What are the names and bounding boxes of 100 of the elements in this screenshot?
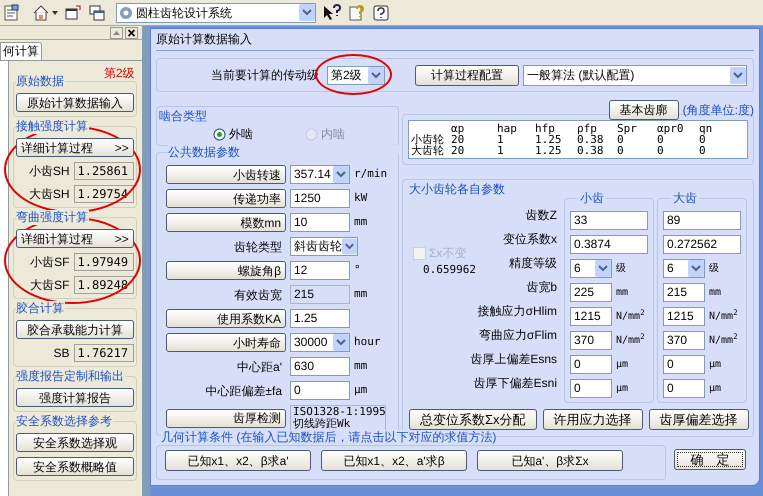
input-field[interactable]: 225 [570, 283, 612, 302]
action-button[interactable]: 安全系数概略值 [16, 457, 134, 476]
input-field[interactable]: 0.272562 [663, 235, 741, 254]
document-icon[interactable] [2, 4, 20, 22]
row-header: 小齿轮 [411, 134, 445, 145]
value-readout: 1.97949 [74, 253, 134, 271]
input-field[interactable]: 0 [290, 381, 350, 400]
group-title: 弯曲强度计算 [16, 210, 89, 225]
parameter-label: 齿厚上偏差Esns [470, 351, 558, 368]
readonly-field: 215 [290, 285, 350, 304]
unit-label: kW [354, 190, 368, 206]
radio-icon[interactable] [213, 128, 226, 140]
unit-note: (角度单位:度) [682, 102, 754, 119]
config-button[interactable]: 计算过程配置 [415, 64, 519, 86]
action-button[interactable]: 齿厚偏差选择 [648, 409, 749, 430]
input-field[interactable]: 0 [663, 379, 705, 398]
unit-label: N/mm$^{2}$ [709, 309, 738, 324]
table-cell-text: 0 [657, 134, 664, 145]
parameter-button[interactable]: 模数mn [166, 213, 286, 232]
parameter-button[interactable]: 齿厚检测 [166, 408, 286, 428]
action-button[interactable]: 已知a'、β求Σx [477, 450, 623, 471]
home-icon[interactable] [32, 4, 50, 22]
action-button[interactable]: 许用应力选择 [542, 409, 643, 430]
group-title: 强度报告定制和输出 [16, 369, 125, 384]
help-icon[interactable] [372, 4, 390, 22]
unit-label: hour [354, 334, 380, 350]
note-question-icon[interactable] [348, 4, 366, 22]
input-field[interactable]: 0 [570, 379, 612, 398]
input-field[interactable]: 0 [570, 355, 612, 374]
group-title: 原始数据 [16, 74, 65, 89]
input-field[interactable]: 1215 [663, 307, 705, 326]
parameter-button[interactable]: 螺旋角β [166, 261, 286, 280]
action-button[interactable]: 胶合承载能力计算 [16, 320, 134, 339]
dropdown[interactable]: 357.14 [290, 165, 350, 184]
value-label: SB [54, 345, 70, 362]
unit-label: N/mm$^{2}$ [616, 309, 645, 324]
dropdown[interactable]: 30000 [290, 333, 350, 352]
table-cell-text: 1.25 [535, 134, 562, 145]
action-button[interactable]: 原始计算数据输入 [16, 93, 134, 112]
group-title: 公共数据参数 [168, 145, 398, 160]
input-field[interactable]: 215 [663, 283, 705, 302]
action-button[interactable]: 详细计算过程 >> [16, 138, 134, 157]
windows-icon[interactable] [88, 4, 106, 22]
input-field[interactable]: 89 [663, 211, 741, 230]
dropdown[interactable]: 6 [663, 259, 705, 278]
group-title: 几何计算条件 (在输入已知数据后，请点击以下对应的求值方法) [161, 430, 496, 445]
input-field[interactable]: 10 [290, 213, 350, 232]
value-label: 大齿SH [28, 186, 70, 203]
dropdown[interactable]: 斜齿齿轮 [290, 237, 358, 256]
caret-icon[interactable] [52, 10, 58, 14]
radio-button[interactable]: 外啮 [213, 125, 253, 143]
tab[interactable]: 何计算 [0, 42, 42, 60]
unit-label: N/mm$^{2}$ [709, 333, 738, 348]
ok-button[interactable]: 确 定 [674, 449, 746, 470]
parameter-label: 接触应力σHlim [478, 303, 558, 320]
action-button[interactable]: 安全系数选择观 [16, 433, 134, 452]
parameter-label: 精度等级 [509, 255, 558, 272]
unit-label: μm [709, 382, 722, 396]
group-title: 接触强度计算 [16, 119, 89, 134]
table-cell-text: 1.25 [535, 145, 562, 156]
action-button[interactable]: 强度计算报告 [16, 388, 134, 407]
app-dropdown[interactable]: 圆柱齿轮设计系统 [116, 2, 316, 22]
unit-label: mm [354, 286, 368, 302]
input-field[interactable]: 1215 [570, 307, 612, 326]
table-cell-text: 20 [451, 145, 466, 156]
input-field[interactable]: 0.3874 [570, 235, 648, 254]
unit-label: mm [616, 286, 628, 300]
unit-label: mm [354, 358, 368, 374]
input-field[interactable]: 1250 [290, 189, 350, 208]
parameter-button[interactable]: 使用系数KA [166, 309, 286, 328]
input-field[interactable]: 370 [663, 331, 705, 350]
column-header: qn [699, 123, 714, 134]
parameter-button[interactable]: 小时寿命 [166, 333, 286, 352]
stage-dropdown[interactable]: 第2级 [327, 66, 385, 84]
close-icon[interactable] [124, 26, 138, 38]
value-label: 小齿SH [28, 163, 70, 180]
table-cell-text: 0.38 [577, 145, 604, 156]
gear-icon [119, 6, 133, 20]
input-field[interactable]: 630 [290, 357, 350, 376]
arrow-question-icon[interactable] [322, 4, 342, 22]
input-field[interactable]: 1.25 [290, 309, 350, 328]
action-button[interactable]: 已知x1、x2、β求a' [165, 450, 311, 471]
parameter-button[interactable]: 传递功率 [166, 189, 286, 208]
input-field[interactable]: 0 [663, 355, 705, 374]
parameter-label: 齿宽b [526, 279, 558, 296]
action-button[interactable]: 已知x1、x2、a'求β [321, 450, 467, 471]
action-button[interactable]: 详细计算过程 >> [16, 229, 134, 248]
input-field[interactable]: 33 [570, 211, 648, 230]
column-header: ρfp [577, 123, 597, 134]
unit-label: mm [354, 214, 368, 230]
input-field[interactable]: 370 [570, 331, 612, 350]
unit-label: ° [354, 262, 361, 278]
window-icon[interactable] [64, 4, 82, 22]
dropdown[interactable]: 6 [570, 259, 612, 278]
action-button[interactable]: 总变位系数Σx分配 [409, 409, 537, 430]
group-title: 大小齿轮各自参数 [409, 182, 505, 197]
profile-button[interactable]: 基本齿廓 [608, 100, 679, 120]
input-field[interactable]: 12 [290, 261, 350, 280]
algorithm-dropdown[interactable]: 一般算法 (默认配置) [523, 64, 747, 86]
parameter-button[interactable]: 小齿转速 [166, 165, 286, 184]
